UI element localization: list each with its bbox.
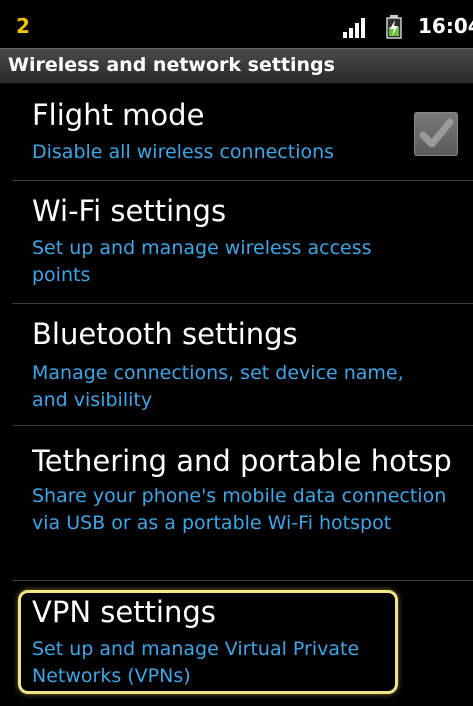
checkmark-icon [419,118,454,148]
setting-wifi[interactable]: Wi-Fi settings Set up and manage wireles… [0,182,473,302]
divider [12,303,473,304]
page-title: Wireless and network settings [8,54,335,76]
setting-title: Bluetooth settings [32,317,298,351]
flight-mode-checkbox[interactable] [414,112,458,156]
signal-bars-icon [343,18,365,38]
divider [12,580,473,581]
notification-count: 2 [16,14,30,38]
setting-title: Flight mode [32,98,205,132]
setting-flight-mode[interactable]: Flight mode Disable all wireless connect… [0,84,473,178]
setting-summary: Share your phone's mobile data connectio… [32,485,447,534]
setting-title: Tethering and portable hotsp [32,444,452,478]
setting-summary: Set up and manage wireless access points [32,237,372,286]
vpn-settings-highlight [18,590,398,694]
setting-summary: Disable all wireless connections [32,141,335,163]
divider [12,425,473,426]
setting-title: Wi-Fi settings [32,194,227,228]
divider [12,180,473,181]
page-title-bar: Wireless and network settings [0,48,473,84]
setting-summary: Manage connections, set device name, and… [32,362,404,411]
status-bar: 2 16:04 [0,0,473,48]
setting-tethering[interactable]: Tethering and portable hotsp Share your … [0,428,473,578]
clock: 16:04 [418,14,473,38]
setting-bluetooth[interactable]: Bluetooth settings Manage connections, s… [0,305,473,423]
battery-charging-icon [386,15,402,39]
